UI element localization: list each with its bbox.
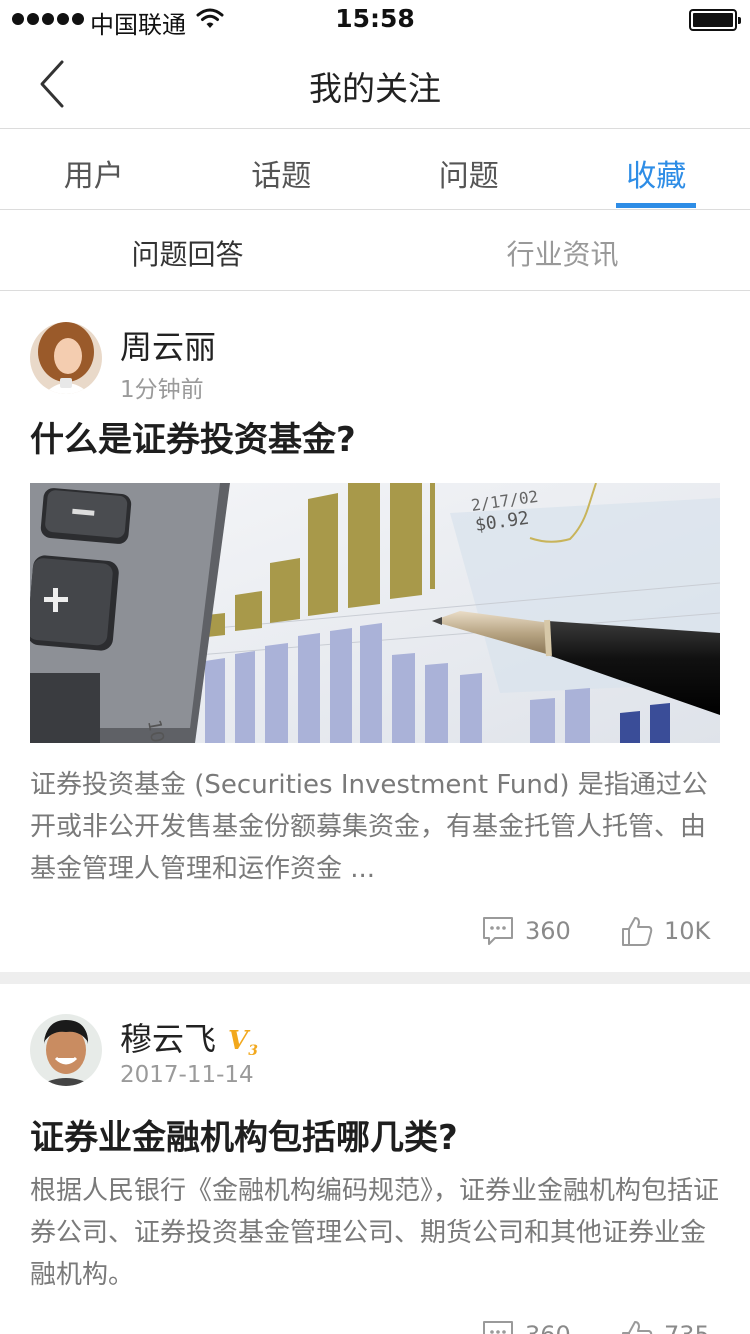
author-name[interactable]: 穆云飞 xyxy=(120,1014,216,1060)
avatar[interactable] xyxy=(30,1014,102,1086)
verified-badge: V3 xyxy=(228,1026,258,1060)
like-count: 735 xyxy=(664,1321,710,1334)
status-bar: 中国联通 15:58 xyxy=(0,0,750,40)
comment-count: 360 xyxy=(525,917,571,945)
active-tab-indicator xyxy=(616,203,696,208)
comment-icon xyxy=(483,917,513,945)
post-time: 1分钟前 xyxy=(120,377,204,403)
tab-users[interactable]: 用户 xyxy=(0,129,188,209)
image-axis-label: 10 xyxy=(143,718,168,743)
page-title: 我的关注 xyxy=(309,69,441,108)
post-title[interactable]: 证券业金融机构包括哪几类? xyxy=(30,1110,458,1159)
subtab-qa-answers[interactable]: 问题回答 xyxy=(0,210,375,290)
comment-button[interactable]: 360 xyxy=(481,914,571,948)
post-summary[interactable]: 根据人民银行《金融机构编码规范》，证券业金融机构包括证券公司、证券投资基金管理公… xyxy=(30,1170,722,1296)
avatar[interactable] xyxy=(30,322,102,394)
thumbs-up-icon xyxy=(622,917,653,946)
card-divider xyxy=(0,972,750,984)
post-image[interactable]: 2/17/02 $0.92 10 xyxy=(30,483,720,743)
tab-topics[interactable]: 话题 xyxy=(188,129,376,209)
post-title[interactable]: 什么是证券投资基金? xyxy=(30,412,356,461)
tab-bar: 用户 话题 问题 收藏 xyxy=(0,129,750,210)
tab-questions[interactable]: 问题 xyxy=(375,129,563,209)
comment-button[interactable]: 360 xyxy=(481,1318,571,1334)
thumbs-up-icon xyxy=(622,1321,653,1334)
feed-card[interactable]: 穆云飞 V3 2017-11-14 证券业金融机构包括哪几类? 根据人民银行《金… xyxy=(0,984,750,1334)
comment-icon xyxy=(483,1321,513,1334)
author-name[interactable]: 周云丽 xyxy=(120,322,216,368)
subtab-industry-news[interactable]: 行业资讯 xyxy=(375,210,750,290)
like-button[interactable]: 735 xyxy=(620,1318,710,1334)
post-time: 2017-11-14 xyxy=(120,1062,254,1088)
feed-card[interactable]: 周云丽 1分钟前 什么是证券投资基金? 2/17/02 $0.92 10 证券投… xyxy=(0,292,750,972)
tab-favorites[interactable]: 收藏 xyxy=(563,129,750,209)
navigation-bar: 我的关注 xyxy=(0,40,750,129)
post-summary[interactable]: 证券投资基金 (Securities Investment Fund) 是指通过… xyxy=(30,764,722,890)
comment-count: 360 xyxy=(525,1321,571,1334)
battery-icon xyxy=(689,9,741,31)
like-count: 10K xyxy=(664,917,711,945)
like-button[interactable]: 10K xyxy=(620,914,710,948)
status-time: 15:58 xyxy=(335,4,415,33)
sub-tab-bar: 问题回答 行业资讯 xyxy=(0,210,750,291)
